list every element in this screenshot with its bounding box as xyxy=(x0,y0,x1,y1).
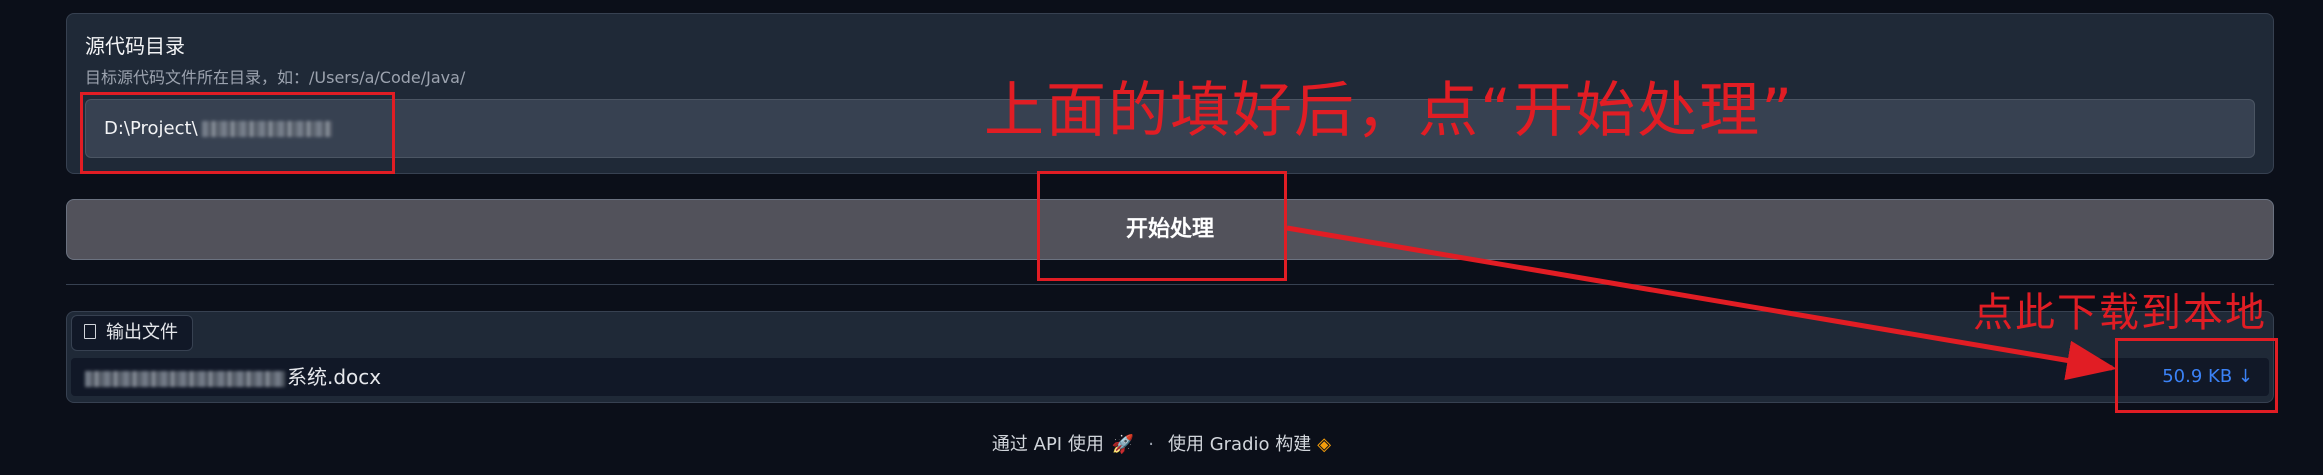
annotation-arrow xyxy=(1286,225,2117,381)
